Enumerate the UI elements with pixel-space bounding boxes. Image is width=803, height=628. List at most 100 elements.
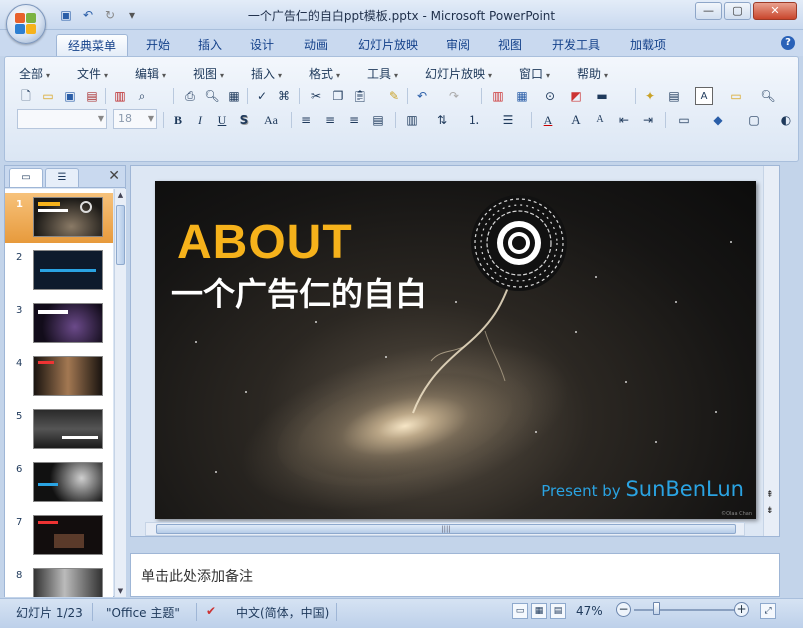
zoom-icon[interactable]: 🔍︎ bbox=[759, 87, 777, 105]
scroll-thumb[interactable]: |||| bbox=[156, 524, 736, 534]
print-icon[interactable]: ⎙ bbox=[181, 87, 199, 105]
tab-design[interactable]: 设计 bbox=[240, 34, 284, 56]
reference-icon[interactable]: ⌘ bbox=[275, 87, 293, 105]
change-case-button[interactable]: Aa bbox=[259, 111, 283, 129]
slide-thumbnail-4[interactable]: 4 bbox=[5, 352, 113, 402]
scroll-thumb[interactable] bbox=[116, 205, 125, 265]
decrease-indent-icon[interactable]: ⇤ bbox=[615, 111, 633, 129]
bullets-icon[interactable]: ☰ bbox=[499, 111, 517, 129]
presenter-line[interactable]: Present by SunBenLun bbox=[541, 477, 744, 501]
zoom-out-button[interactable]: − bbox=[616, 602, 631, 617]
slide-thumbnail-2[interactable]: 2 bbox=[5, 246, 113, 296]
office-button[interactable] bbox=[6, 4, 46, 44]
notes-pane[interactable]: 单击此处添加备注 bbox=[130, 553, 780, 597]
tab-developer[interactable]: 开发工具 bbox=[544, 34, 608, 56]
increase-indent-icon[interactable]: ⇥ bbox=[639, 111, 657, 129]
undo-icon[interactable]: ↶ bbox=[413, 87, 431, 105]
tab-add-ins[interactable]: 加载项 bbox=[620, 34, 676, 56]
bold-button[interactable]: B bbox=[169, 111, 187, 129]
fit-to-window-icon[interactable]: ⤢ bbox=[760, 603, 776, 619]
vertical-scrollbar[interactable]: ⇞ ⇟ bbox=[763, 166, 779, 536]
fill-icon[interactable]: ◐ bbox=[777, 111, 795, 129]
hyperlink-icon[interactable]: ⊙ bbox=[541, 87, 559, 105]
print-preview-icon[interactable]: ▥ bbox=[111, 87, 129, 105]
menu-slide-show[interactable]: 幻灯片放映 ▾ bbox=[425, 65, 492, 82]
slide-thumbnail-1[interactable]: 1 bbox=[5, 193, 113, 243]
next-slide-icon[interactable]: ⇟ bbox=[766, 506, 774, 516]
grayscale-icon[interactable]: ▬ bbox=[593, 87, 611, 105]
italic-button[interactable]: I bbox=[191, 111, 209, 129]
maximize-button[interactable]: ▢ bbox=[724, 2, 751, 20]
shapes-icon[interactable]: ◆ bbox=[709, 111, 727, 129]
slide-heading[interactable]: ABOUT bbox=[177, 215, 353, 270]
menu-file[interactable]: 文件 ▾ bbox=[77, 65, 108, 82]
thumbnails-scrollbar[interactable]: ▲ ▼ bbox=[114, 189, 126, 597]
copy-icon[interactable]: ❐ bbox=[329, 87, 347, 105]
slide-sorter-button[interactable]: ▦ bbox=[531, 603, 547, 619]
menu-insert[interactable]: 插入 ▾ bbox=[251, 65, 282, 82]
numbering-icon[interactable]: ⒈ bbox=[465, 111, 483, 129]
menu-tools[interactable]: 工具 ▾ bbox=[367, 65, 398, 82]
open-icon[interactable]: ▭ bbox=[39, 87, 57, 105]
slide-show-button[interactable]: ▤ bbox=[550, 603, 566, 619]
spelling-icon[interactable]: ✓ bbox=[253, 87, 271, 105]
current-slide[interactable]: ABOUT 一个广告仁的自白 Present by SunBenLun ©Ola… bbox=[155, 181, 756, 519]
shadow-button[interactable]: S bbox=[235, 111, 253, 129]
textbox-icon[interactable]: A bbox=[695, 87, 713, 105]
new-icon[interactable]: 🗋 bbox=[17, 87, 35, 105]
help-icon[interactable]: ? bbox=[781, 36, 795, 50]
underline-button[interactable]: U bbox=[213, 111, 231, 129]
slide-thumbnail-8[interactable]: 8 bbox=[5, 564, 113, 597]
normal-view-button[interactable]: ▭ bbox=[512, 603, 528, 619]
minimize-button[interactable]: — bbox=[695, 2, 722, 20]
tab-classic-menu[interactable]: 经典菜单 bbox=[56, 34, 128, 56]
close-icon[interactable]: ✕ bbox=[108, 168, 120, 184]
scroll-up-icon[interactable]: ▲ bbox=[115, 189, 126, 201]
research-icon[interactable]: ⌕ bbox=[133, 87, 151, 105]
justify-icon[interactable]: ▤ bbox=[369, 111, 387, 129]
preview-icon[interactable]: 🔍︎ bbox=[203, 87, 221, 105]
chart-icon[interactable]: ▥ bbox=[489, 87, 507, 105]
outline-tab[interactable]: ☰ bbox=[45, 168, 79, 187]
shrink-font-button[interactable]: A bbox=[591, 111, 609, 129]
slide-thumbnail-3[interactable]: 3 bbox=[5, 299, 113, 349]
menu-help[interactable]: 帮助 ▾ bbox=[577, 65, 608, 82]
grow-font-button[interactable]: A bbox=[567, 111, 585, 129]
align-left-icon[interactable]: ≡ bbox=[297, 111, 315, 129]
zoom-in-button[interactable]: + bbox=[734, 602, 749, 617]
permission-icon[interactable]: ▤ bbox=[83, 87, 101, 105]
color-icon[interactable]: ◩ bbox=[567, 87, 585, 105]
slide-layout-icon[interactable]: ▤ bbox=[665, 87, 683, 105]
menu-window[interactable]: 窗口 ▾ bbox=[519, 65, 550, 82]
paste-icon[interactable]: 📋︎ bbox=[351, 87, 369, 105]
slide-thumbnail-5[interactable]: 5 bbox=[5, 405, 113, 455]
tab-review[interactable]: 审阅 bbox=[436, 34, 480, 56]
previous-slide-icon[interactable]: ⇞ bbox=[766, 490, 774, 500]
slide-thumbnail-6[interactable]: 6 bbox=[5, 458, 113, 508]
save-icon[interactable]: ▣ bbox=[61, 87, 79, 105]
shape-style-icon[interactable]: ▭ bbox=[675, 111, 693, 129]
columns-icon[interactable]: ▥ bbox=[403, 111, 421, 129]
slides-tab[interactable]: ▭ bbox=[9, 168, 43, 187]
tab-animations[interactable]: 动画 bbox=[294, 34, 338, 56]
new-slide-icon[interactable]: ✦ bbox=[641, 87, 659, 105]
menu-all[interactable]: 全部 ▾ bbox=[19, 65, 50, 82]
language-indicator[interactable]: 中文(简体，中国) bbox=[236, 604, 329, 621]
font-name-combo[interactable]: ▼ bbox=[17, 109, 107, 129]
redo-icon[interactable]: ↷ bbox=[445, 87, 463, 105]
menu-format[interactable]: 格式 ▾ bbox=[309, 65, 340, 82]
align-right-icon[interactable]: ≡ bbox=[345, 111, 363, 129]
horizontal-scrollbar[interactable]: |||| bbox=[145, 522, 745, 536]
tab-view[interactable]: 视图 bbox=[488, 34, 532, 56]
align-center-icon[interactable]: ≡ bbox=[321, 111, 339, 129]
zoom-level[interactable]: 47% bbox=[576, 604, 603, 618]
cut-icon[interactable]: ✂ bbox=[307, 87, 325, 105]
scroll-down-icon[interactable]: ▼ bbox=[115, 585, 126, 597]
layout-icon[interactable]: ▦ bbox=[225, 87, 243, 105]
menu-edit[interactable]: 编辑 ▾ bbox=[135, 65, 166, 82]
format-painter-icon[interactable]: ✎ bbox=[385, 87, 403, 105]
menu-view[interactable]: 视图 ▾ bbox=[193, 65, 224, 82]
tab-insert[interactable]: 插入 bbox=[188, 34, 232, 56]
close-button[interactable]: ✕ bbox=[753, 2, 797, 20]
slide-subtitle[interactable]: 一个广告仁的自白 bbox=[171, 269, 427, 315]
